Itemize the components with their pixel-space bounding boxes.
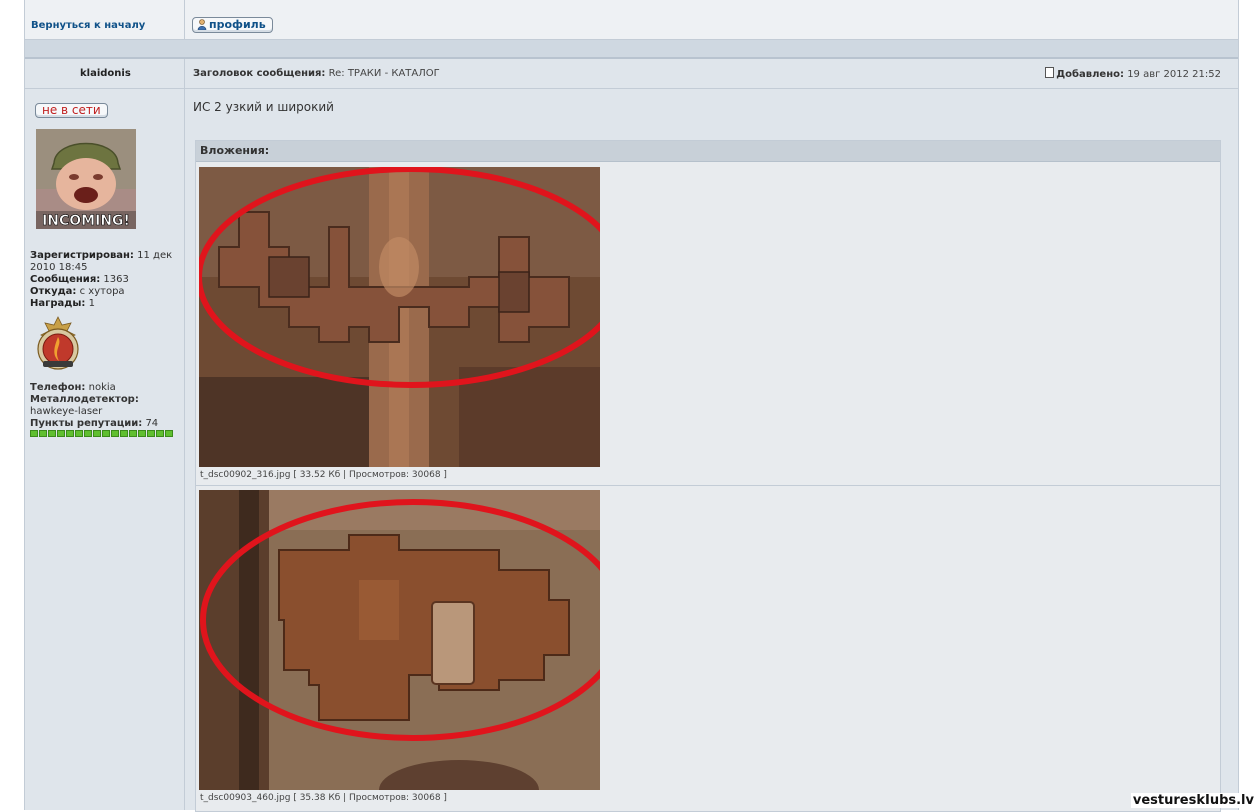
site-watermark: vestureskIubs.lv <box>1130 793 1256 808</box>
user-profile-info: Зарегистрирован: 11 дек 2010 18:45 Сообщ… <box>30 250 173 309</box>
award-medal-icon[interactable] <box>33 315 83 375</box>
post-body-text: ИС 2 узкий и широкий <box>193 100 334 114</box>
avatar-caption: INCOMING! <box>42 213 130 229</box>
user-profile-icon <box>197 19 207 30</box>
attachments-header: Вложения: <box>196 141 1220 162</box>
column-divider <box>184 59 185 810</box>
subject-text: Re: ТРАКИ - КАТАЛОГ <box>328 68 440 79</box>
attachment-caption-2: t_dsc00903_460.jpg [ 35.38 Кб | Просмотр… <box>200 793 447 803</box>
separator-bar <box>25 40 1238 59</box>
user-avatar: INCOMING! <box>36 129 136 229</box>
profile-button[interactable]: профиль <box>192 17 273 33</box>
post-document-icon[interactable] <box>1045 67 1055 78</box>
attachments-box: Вложения: t_dsc00902_316.jpg [ 33.52 Кб … <box>195 140 1221 812</box>
profile-button-label: профиль <box>209 18 266 31</box>
post-author[interactable]: klaidonis <box>80 68 131 79</box>
attachment-separator <box>196 485 1220 486</box>
attachment-image-2[interactable] <box>199 490 600 790</box>
posted-date: 19 авг 2012 21:52 <box>1127 69 1221 80</box>
column-divider-top <box>184 0 185 40</box>
reputation-bar <box>30 430 173 437</box>
user-profile-info-extra: Телефон: nokia Металлодетектор: hawkeye-… <box>30 382 159 429</box>
posted-label: Добавлено: <box>1056 69 1124 80</box>
attachment-image-1[interactable] <box>199 167 600 467</box>
forum-frame: Вернуться к началу профиль klaidonis Заг… <box>24 0 1239 812</box>
back-to-top-link[interactable]: Вернуться к началу <box>31 20 145 31</box>
offline-status-button[interactable]: не в сети <box>35 103 108 118</box>
attachment-caption-1: t_dsc00902_316.jpg [ 33.52 Кб | Просмотр… <box>200 470 447 480</box>
post-subject: Заголовок сообщения: Re: ТРАКИ - КАТАЛОГ <box>193 68 440 79</box>
post-date: Добавлено: 19 авг 2012 21:52 <box>1045 67 1221 80</box>
subject-label: Заголовок сообщения: <box>193 68 326 79</box>
